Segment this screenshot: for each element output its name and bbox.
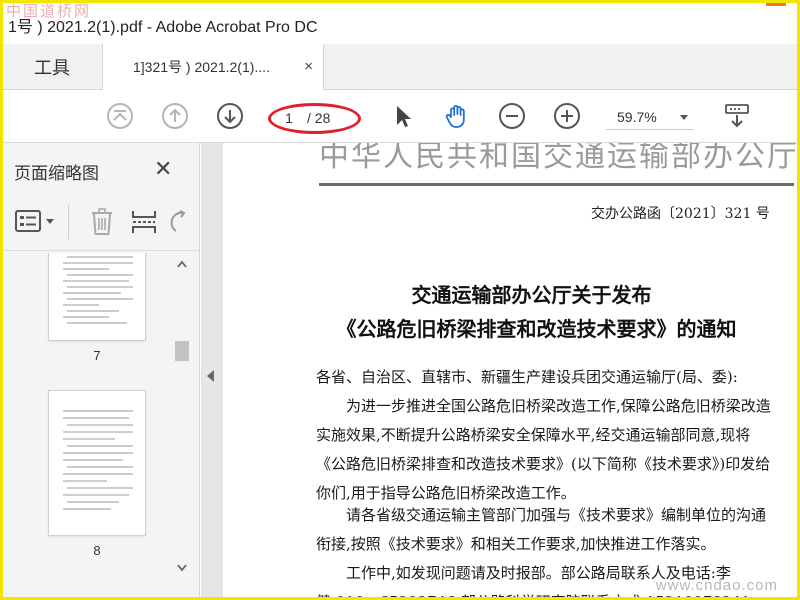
zoom-dropdown[interactable]: 59.7% <box>606 104 694 130</box>
sidebar-toolbar-divider <box>68 205 69 239</box>
sidebar-toolbar <box>0 195 200 251</box>
tab-tools[interactable]: 工具 <box>6 44 98 90</box>
document-masthead: 中华人民共和国交通运输部办公厅 <box>319 143 799 174</box>
tab-close-icon[interactable]: × <box>304 58 313 75</box>
sidebar-close-icon[interactable]: ✕ <box>154 157 172 182</box>
document-title-line-1: 交通运输部办公厅关于发布 <box>411 283 652 307</box>
document-page: 中华人民共和国交通运输部办公厅 交办公路函〔2021〕321 号 交通运输部办公… <box>223 143 800 600</box>
hand-tool-icon[interactable] <box>442 101 472 131</box>
scroll-mode-icon[interactable] <box>722 101 752 131</box>
document-viewport[interactable]: 中华人民共和国交通运输部办公厅 交办公路函〔2021〕321 号 交通运输部办公… <box>201 143 800 600</box>
tab-bar: 工具 1]321号 ) 2021.2(1).... × <box>0 44 800 90</box>
zoom-in-icon[interactable] <box>552 101 582 131</box>
thumbnail-page-8[interactable] <box>49 391 145 535</box>
document-paragraph: 请各省级交通运输主管部门加强与《技术要求》编制单位的沟通衔接,按照《技术要求》和… <box>316 506 767 553</box>
zoom-out-icon[interactable] <box>497 101 527 131</box>
thumbnail-label-7: 7 <box>93 348 101 363</box>
sidebar-title: 页面缩略图 <box>14 164 99 184</box>
previous-page-icon[interactable] <box>160 101 190 131</box>
document-paragraph: 各省、自治区、直辖市、新疆生产建设兵团交通运输厅(局、委): <box>316 368 738 386</box>
watermark-accent <box>766 0 786 6</box>
document-title-line-2: 《公路危旧桥梁排查和改造技术要求》的通知 <box>336 317 737 341</box>
extract-page-icon[interactable] <box>130 207 158 237</box>
title-bar: 中国道桥网 1号 ) 2021.2(1).pdf - Adobe Acrobat… <box>0 0 800 44</box>
rotate-icon[interactable] <box>168 207 190 237</box>
tab-document-label: 1]321号 ) 2021.2(1).... <box>133 59 270 75</box>
zoom-value: 59.7% <box>617 109 657 125</box>
first-page-icon[interactable] <box>105 101 135 131</box>
scroll-up-icon[interactable] <box>176 259 188 269</box>
tab-document[interactable]: 1]321号 ) 2021.2(1).... × <box>102 44 324 90</box>
thumbnail-page-7-preview <box>63 256 133 324</box>
thumbnail-options-icon[interactable] <box>14 209 58 235</box>
window-title: 1号 ) 2021.2(1).pdf - Adobe Acrobat Pro D… <box>8 19 318 36</box>
watermark-bottom: www.cndao.com <box>655 577 778 594</box>
select-cursor-icon[interactable] <box>388 101 418 131</box>
next-page-icon[interactable] <box>215 101 245 131</box>
scroll-down-icon[interactable] <box>176 563 188 573</box>
page-number-highlight <box>268 103 361 134</box>
thumbnail-page-8-preview <box>63 410 133 510</box>
document-number: 交办公路函〔2021〕321 号 <box>591 206 770 222</box>
sidebar-scrollbar[interactable] <box>172 253 192 580</box>
thumbnail-page-7[interactable] <box>49 253 145 340</box>
thumbnail-sidebar: 页面缩略图 ✕ 7 8 <box>0 143 200 600</box>
toolbar: 1 / 28 59.7% <box>0 90 800 143</box>
collapse-sidebar-icon[interactable] <box>207 370 214 382</box>
trash-icon[interactable] <box>88 207 116 237</box>
scroll-thumb[interactable] <box>175 341 189 361</box>
chevron-down-icon <box>680 115 688 120</box>
thumbnail-list: 7 8 <box>0 253 172 600</box>
document-paragraph: 为进一步推进全国公路危旧桥梁改造工作,保障公路危旧桥梁改造实施效果,不断提升公路… <box>316 397 771 502</box>
masthead-rule <box>319 183 794 186</box>
thumbnail-label-8: 8 <box>93 543 101 558</box>
